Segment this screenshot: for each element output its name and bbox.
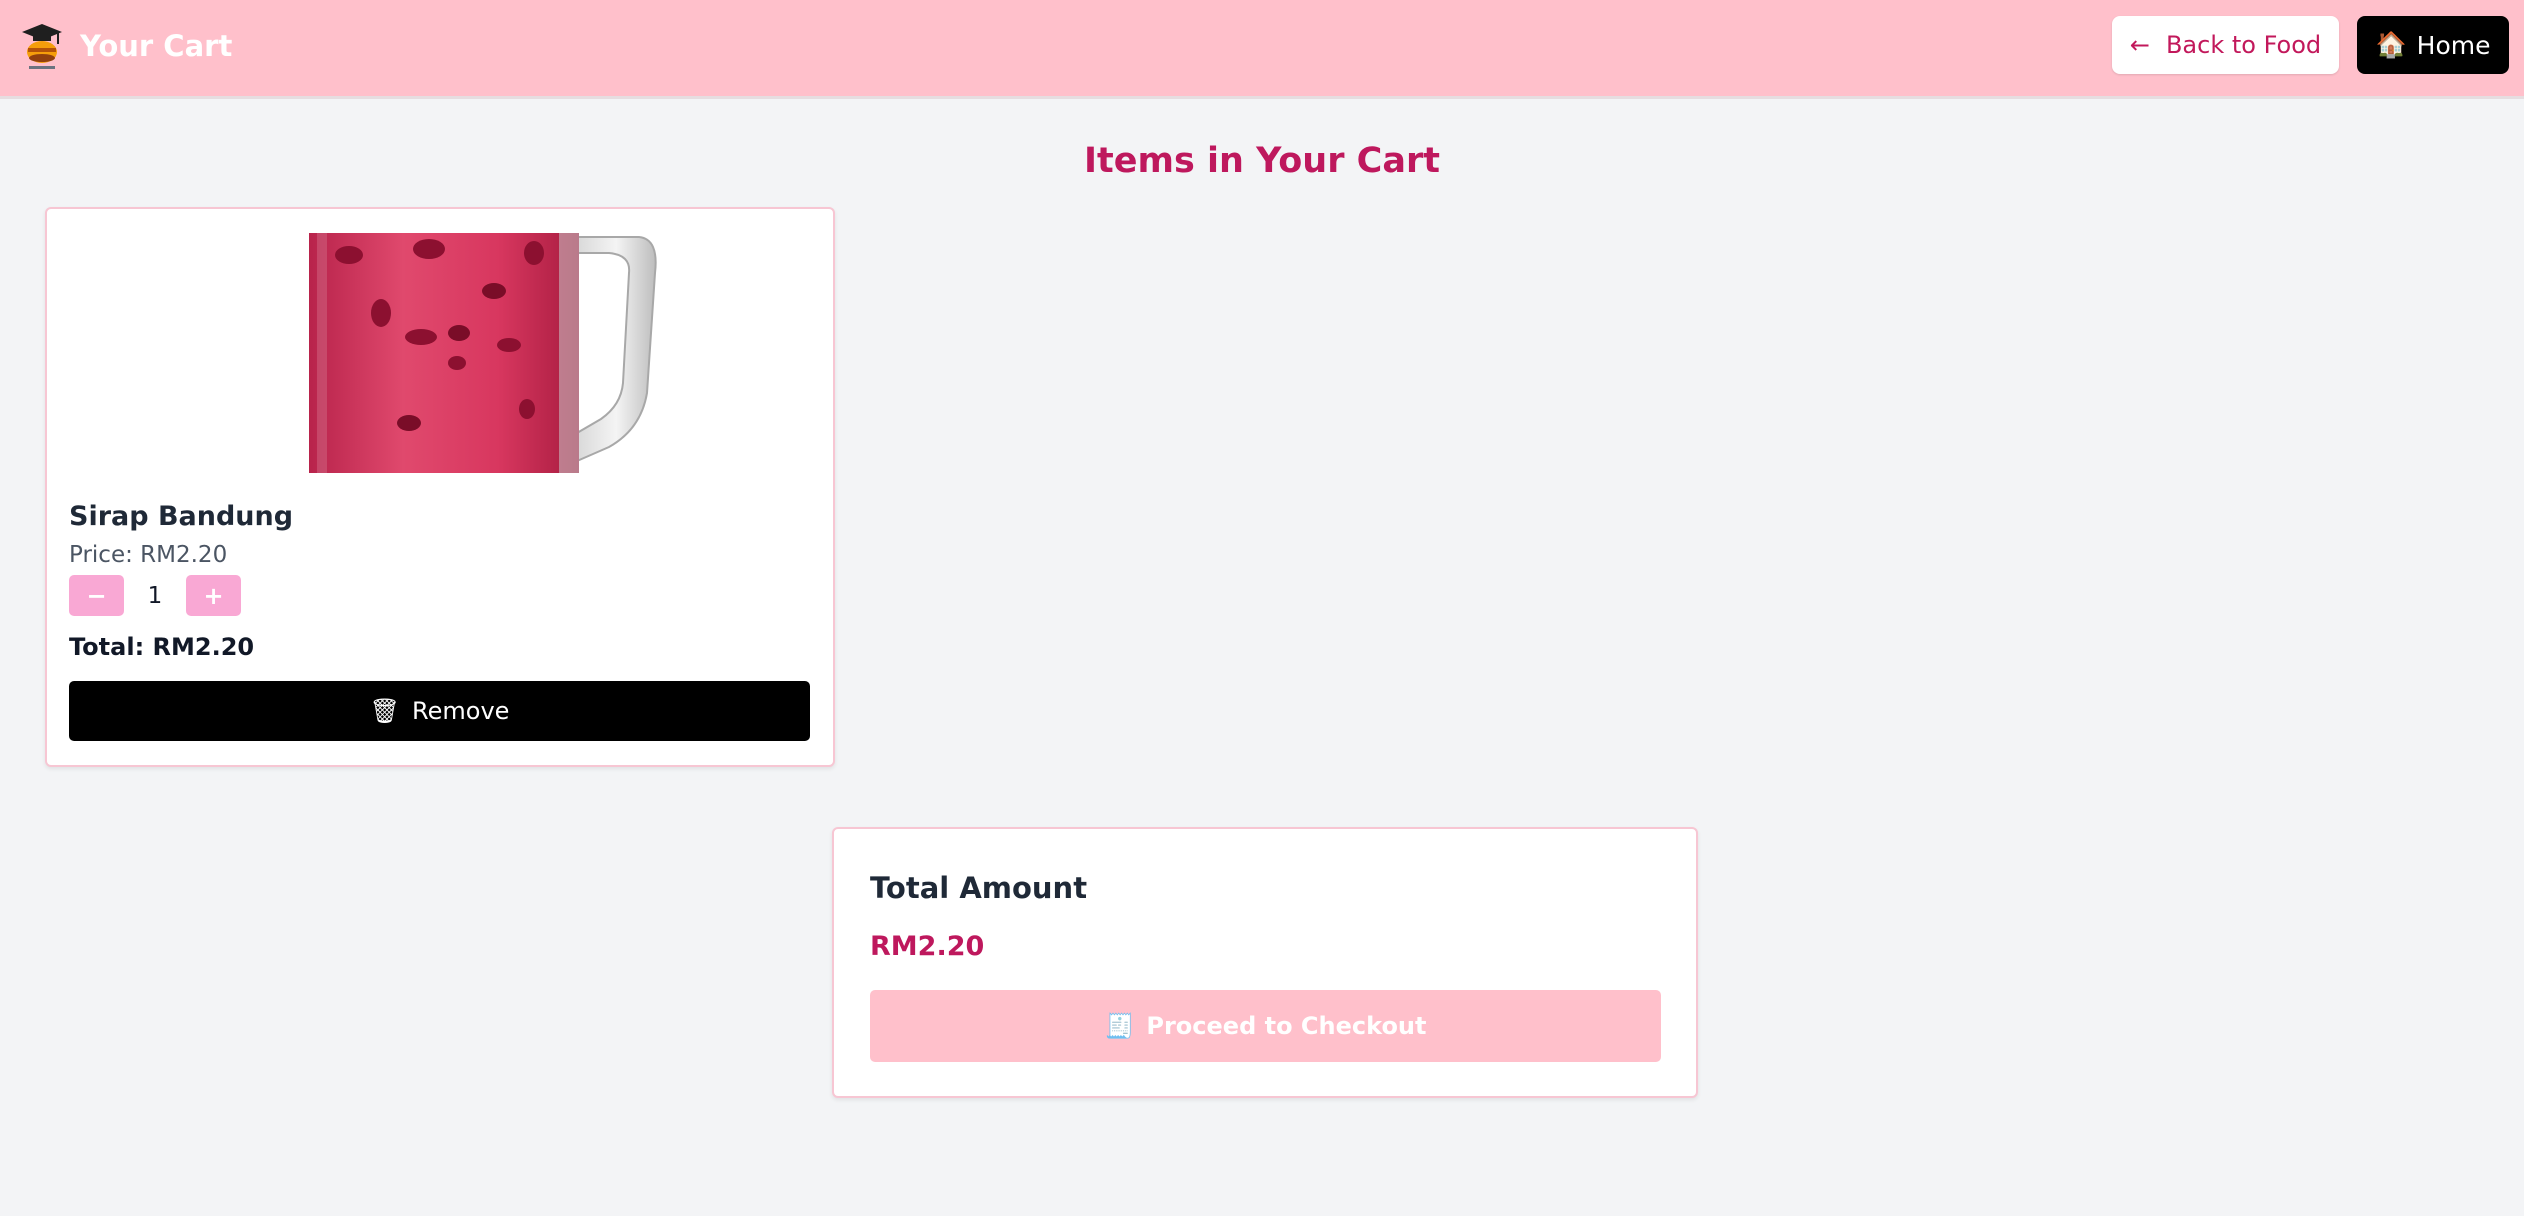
remove-label: Remove (412, 697, 510, 725)
quantity-value: 1 (147, 582, 163, 609)
back-to-food-button[interactable]: ← Back to Food (2112, 16, 2339, 74)
remove-item-button[interactable]: 🗑 Remove (69, 681, 810, 741)
summary-title: Total Amount (870, 871, 1088, 905)
home-button[interactable]: 🏠 Home (2357, 16, 2509, 74)
house-icon: 🏠 (2375, 30, 2407, 59)
cart-heading: Items in Your Cart (1084, 141, 1440, 181)
total-amount-value: RM2.20 (870, 931, 985, 962)
page-title: Your Cart (80, 29, 233, 63)
app-header: Your Cart ← Back to Food 🏠 Home (0, 0, 2524, 99)
decrease-quantity-button[interactable]: − (69, 575, 124, 616)
item-price: Price: RM2.20 (69, 542, 228, 568)
arrow-left-icon: ← (2129, 31, 2150, 59)
receipt-icon: 🧾 (1104, 1012, 1135, 1040)
graduation-cap-logo-icon (22, 24, 62, 69)
item-total: Total: RM2.20 (69, 633, 255, 661)
order-summary-card: Total Amount RM2.20 🧾 Proceed to Checkou… (832, 827, 1698, 1098)
home-label: Home (2416, 30, 2491, 60)
trash-icon: 🗑 (369, 697, 401, 725)
back-to-food-label: Back to Food (2165, 31, 2322, 59)
proceed-to-checkout-button[interactable]: 🧾 Proceed to Checkout (870, 990, 1661, 1062)
cart-item-card: Sirap Bandung Price: RM2.20 − 1 + Total:… (45, 207, 835, 767)
increase-quantity-button[interactable]: + (186, 575, 241, 616)
sirap-bandung-drink-image (309, 233, 660, 473)
checkout-label: Proceed to Checkout (1146, 1012, 1427, 1040)
item-name: Sirap Bandung (69, 501, 294, 532)
